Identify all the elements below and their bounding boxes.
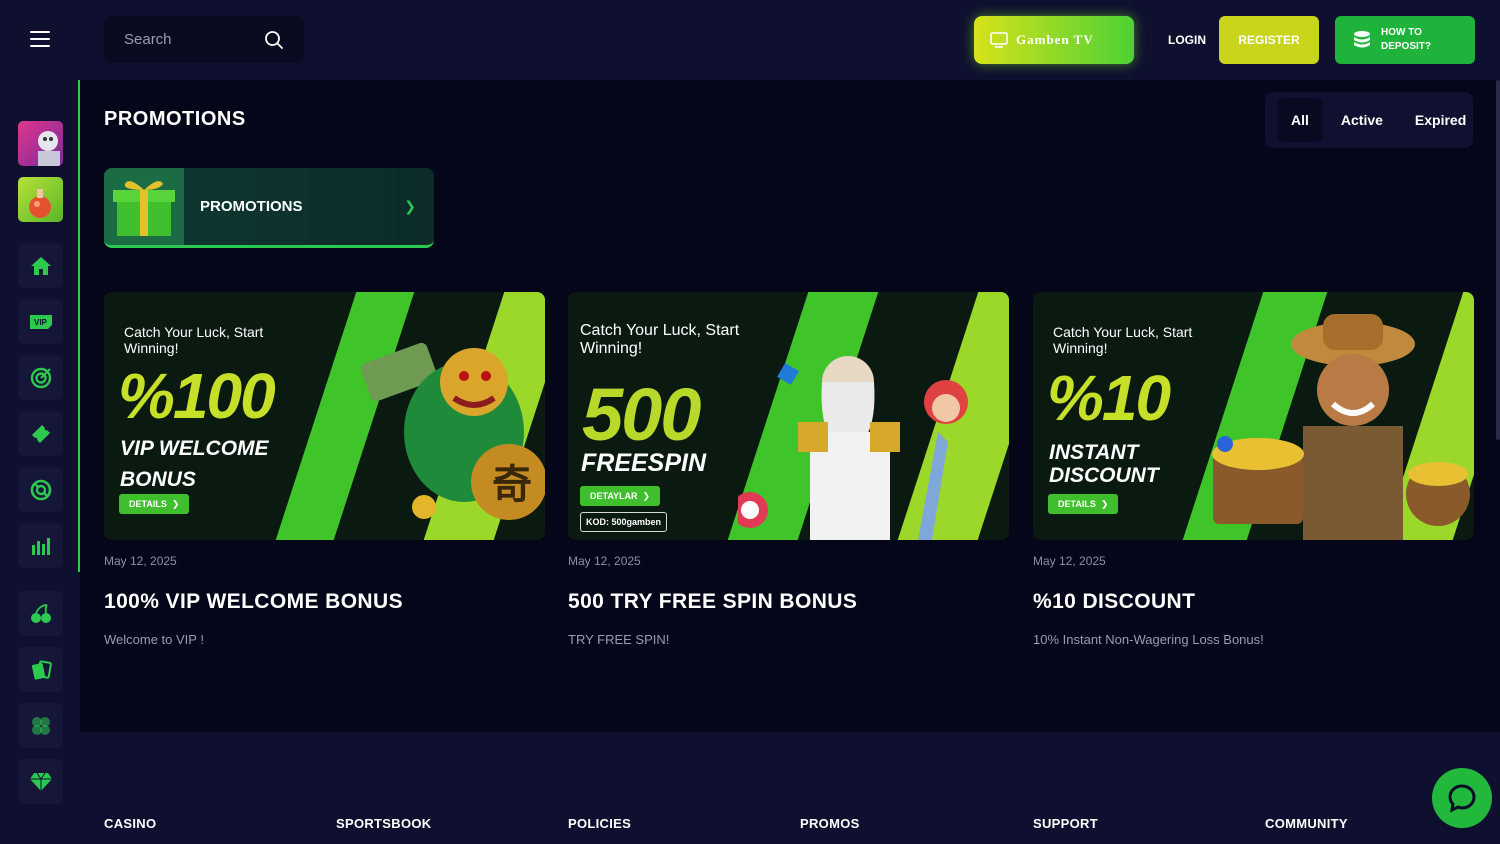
promotion-filter-tabs: All Active Expired	[1265, 92, 1473, 148]
footer-link-policies[interactable]: POLICIES	[568, 816, 631, 831]
home-icon	[30, 256, 51, 275]
chevron-right-icon: ❯	[1100, 498, 1109, 509]
banner-subtitle-2: DISCOUNT	[1049, 464, 1159, 487]
top-header: Gamben TV LOGIN REGISTER HOW TO DEPOSIT?	[0, 0, 1500, 80]
diamond-icon	[29, 772, 52, 791]
promotions-category-label: PROMOTIONS	[200, 198, 303, 215]
gift-icon	[104, 168, 184, 245]
promotions-category-card[interactable]: PROMOTIONS ❯	[104, 168, 434, 248]
banner-subtitle-1: FREESPIN	[581, 449, 707, 477]
search-input[interactable]	[124, 31, 254, 48]
svg-text:奇: 奇	[492, 462, 532, 508]
cards-icon	[31, 659, 52, 680]
chevron-right-icon: ❯	[642, 490, 651, 501]
promotion-card-free-spin[interactable]: Catch Your Luck, Start Winning! 500 FREE…	[568, 292, 1009, 647]
promotion-title: %10 DISCOUNT	[1033, 590, 1196, 613]
banner-tagline: Catch Your Luck, Start Winning!	[124, 324, 264, 356]
sidebar-item-lifebuoy[interactable]	[18, 467, 63, 512]
sidebar-item-stats[interactable]	[18, 523, 63, 568]
footer-link-casino[interactable]: CASINO	[104, 816, 156, 831]
sidebar-item-target[interactable]	[18, 355, 63, 400]
live-chat-button[interactable]	[1432, 768, 1492, 828]
footer-link-promos[interactable]: PROMOS	[800, 816, 860, 831]
sidebar-item-ticket[interactable]	[18, 411, 63, 456]
main-content: PROMOTIONS All Active Expired PROMOTIONS…	[80, 80, 1500, 732]
sidebar-item-vip[interactable]: VIP	[18, 299, 63, 344]
promotion-banner: Catch Your Luck, Start Winning! %10 INST…	[1033, 292, 1474, 540]
chat-icon	[1448, 784, 1476, 813]
tab-active[interactable]: Active	[1327, 98, 1397, 142]
banner-details-label: DETAILS	[129, 499, 167, 509]
promotion-banner: Catch Your Luck, Start Winning! 500 FREE…	[568, 292, 1009, 540]
gamben-tv-button[interactable]: Gamben TV	[974, 16, 1134, 64]
tv-icon	[990, 32, 1008, 48]
footer-link-community[interactable]: COMMUNITY	[1265, 816, 1348, 831]
chart-icon	[31, 537, 50, 555]
banner-details-button[interactable]: DETAILS ❯	[1048, 494, 1119, 514]
potion-icon	[29, 189, 51, 218]
zeus-artwork-icon	[738, 356, 968, 540]
search-icon[interactable]	[264, 30, 284, 50]
banner-headline: %100	[118, 360, 276, 432]
footer-link-support[interactable]: SUPPORT	[1033, 816, 1098, 831]
banner-details-button[interactable]: DETAYLAR ❯	[580, 486, 661, 506]
vip-icon: VIP	[29, 314, 52, 329]
promotion-date: May 12, 2025	[1033, 554, 1106, 568]
promotion-date: May 12, 2025	[104, 554, 177, 568]
footer: CASINO SPORTSBOOK POLICIES PROMOS SUPPOR…	[80, 732, 1500, 844]
game-character-icon	[38, 131, 60, 166]
lifebuoy-icon	[30, 479, 51, 500]
banner-tagline: Catch Your Luck, Start Winning!	[1053, 324, 1193, 356]
promotion-card-vip-welcome[interactable]: 奇 Catch Your Luck, Start Winning! %100 V…	[104, 292, 545, 647]
banner-details-button[interactable]: DETAILS ❯	[119, 494, 190, 514]
featured-game-thumbnail-1[interactable]	[18, 121, 63, 166]
promotion-title: 500 TRY FREE SPIN BONUS	[568, 590, 858, 613]
banner-headline: %10	[1047, 362, 1171, 434]
banner-details-label: DETAYLAR	[590, 491, 638, 501]
dragon-artwork-icon: 奇	[360, 342, 545, 520]
footer-link-sportsbook[interactable]: SPORTSBOOK	[336, 816, 431, 831]
promotion-date: May 12, 2025	[568, 554, 641, 568]
sidebar-item-table-games[interactable]	[18, 647, 63, 692]
banner-promo-code: KOD: 500gamben	[580, 512, 668, 532]
left-sidebar: VIP	[0, 80, 80, 844]
page-scrollbar[interactable]	[1496, 80, 1500, 440]
promotion-description: Welcome to VIP !	[104, 632, 204, 647]
sidebar-item-premium[interactable]	[18, 759, 63, 804]
gamben-tv-label: Gamben TV	[1016, 32, 1094, 47]
coins-icon	[1354, 31, 1370, 48]
promotion-banner: 奇 Catch Your Luck, Start Winning! %100 V…	[104, 292, 545, 540]
page-title: PROMOTIONS	[104, 108, 246, 130]
how-to-deposit-button[interactable]: HOW TO DEPOSIT?	[1335, 16, 1475, 64]
promotion-description: TRY FREE SPIN!	[568, 632, 670, 647]
login-button[interactable]: LOGIN	[1160, 16, 1214, 64]
register-button[interactable]: REGISTER	[1219, 16, 1319, 64]
chevron-right-icon: ❯	[171, 498, 180, 509]
target-icon	[30, 367, 51, 388]
sidebar-item-home[interactable]	[18, 243, 63, 288]
sidebar-item-slots[interactable]	[18, 591, 63, 636]
how-to-deposit-label: HOW TO DEPOSIT?	[1381, 27, 1432, 52]
tab-all[interactable]: All	[1277, 98, 1323, 142]
explorer-artwork-icon	[1212, 314, 1470, 540]
banner-headline: 500	[582, 373, 701, 456]
ticket-icon	[31, 424, 50, 443]
featured-game-thumbnail-2[interactable]	[18, 177, 63, 222]
banner-details-label: DETAILS	[1058, 499, 1096, 509]
sidebar-item-lucky[interactable]	[18, 703, 63, 748]
promotion-title: 100% VIP WELCOME BONUS	[104, 590, 403, 613]
tab-expired[interactable]: Expired	[1401, 98, 1480, 142]
promotion-card-discount[interactable]: Catch Your Luck, Start Winning! %10 INST…	[1033, 292, 1474, 647]
banner-subtitle-2: BONUS	[120, 468, 196, 491]
promotion-description: 10% Instant Non-Wagering Loss Bonus!	[1033, 632, 1264, 647]
chevron-right-icon: ❯	[404, 198, 416, 214]
svg-text:VIP: VIP	[34, 318, 48, 327]
banner-tagline: Catch Your Luck, Start Winning!	[580, 322, 740, 357]
menu-icon[interactable]	[30, 31, 50, 47]
cherry-icon	[30, 603, 51, 623]
banner-subtitle-1: VIP WELCOME	[120, 437, 269, 460]
clover-icon	[31, 716, 50, 735]
search-box[interactable]	[104, 16, 304, 63]
